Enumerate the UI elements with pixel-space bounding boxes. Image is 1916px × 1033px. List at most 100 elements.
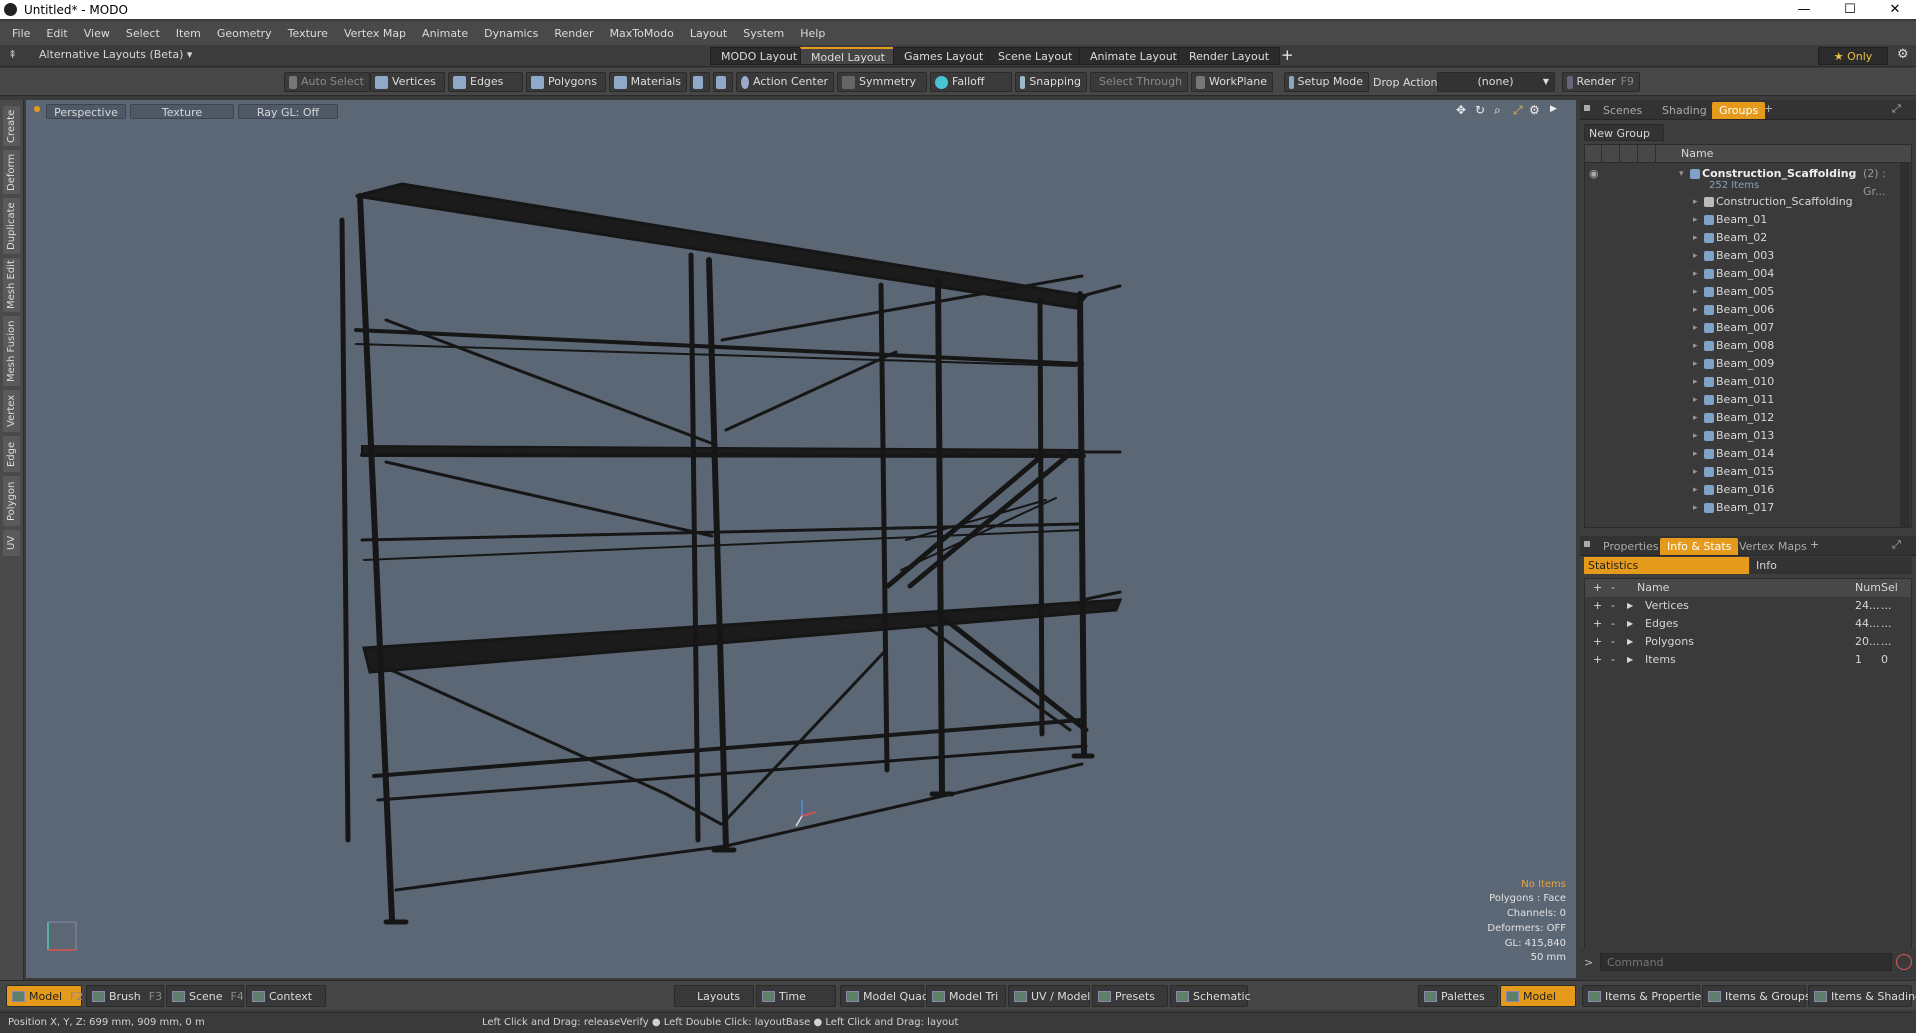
add-tab-icon[interactable]: + [1810, 538, 1819, 551]
minus-icon[interactable]: - [1611, 651, 1615, 669]
add-tab-icon[interactable]: + [1764, 102, 1773, 115]
list-item[interactable]: ▸ Beam_004 [1585, 265, 1911, 283]
expand-arrow-icon[interactable]: ▶ [1627, 651, 1633, 669]
expand-all-icon[interactable]: + [1593, 579, 1602, 597]
minus-icon[interactable]: - [1611, 633, 1615, 651]
subtab-statistics[interactable]: Statistics [1584, 557, 1749, 574]
plus-icon[interactable]: + [1593, 651, 1602, 669]
items-shading-button[interactable]: Items & Shading [1808, 985, 1916, 1007]
menu-texture[interactable]: Texture [288, 27, 328, 40]
edges-button[interactable]: Edges [448, 72, 523, 92]
list-item[interactable]: ▸ Beam_015 [1585, 463, 1911, 481]
select-through-button[interactable]: Select Through [1090, 72, 1188, 92]
layouts-button[interactable]: Layouts [674, 985, 754, 1007]
materials-button[interactable]: Materials [609, 72, 687, 92]
element-mode-button[interactable] [690, 72, 710, 92]
menu-file[interactable]: File [12, 27, 30, 40]
list-item[interactable]: ▸ Construction_Scaffolding [1585, 193, 1911, 211]
plus-icon[interactable]: + [1593, 597, 1602, 615]
list-item[interactable]: ▸ Beam_013 [1585, 427, 1911, 445]
list-item[interactable]: ▸ Beam_011 [1585, 391, 1911, 409]
expand-arrow-icon[interactable]: ▶ [1627, 597, 1633, 615]
list-item[interactable]: ▸ Beam_02 [1585, 229, 1911, 247]
minus-icon[interactable]: - [1611, 615, 1615, 633]
panel-expand-icon[interactable]: ⤢ [1892, 102, 1901, 116]
table-row[interactable]: + - ▶ Items 1 0 [1585, 651, 1911, 669]
list-item[interactable]: ▸ Beam_012 [1585, 409, 1911, 427]
time-button[interactable]: Time [756, 985, 836, 1007]
symmetry-button[interactable]: Symmetry [837, 72, 927, 92]
falloff-button[interactable]: Falloff [930, 72, 1012, 92]
model-layout-button[interactable]: Model [1500, 985, 1576, 1007]
tab-create[interactable]: Create [3, 106, 20, 146]
menu-layout[interactable]: Layout [690, 27, 727, 40]
expand-arrow-icon[interactable]: ▶ [1627, 633, 1633, 651]
add-layout-button[interactable]: + [1281, 46, 1294, 64]
tab-properties[interactable]: Properties [1596, 538, 1666, 555]
panel-expand-icon[interactable]: ⤢ [1892, 538, 1901, 552]
tab-render-layout[interactable]: Render Layout [1178, 47, 1281, 65]
plus-icon[interactable]: + [1593, 633, 1602, 651]
tab-edge[interactable]: Edge [3, 436, 20, 472]
menu-view[interactable]: View [84, 27, 110, 40]
list-item[interactable]: ▸ Beam_005 [1585, 283, 1911, 301]
menu-animate[interactable]: Animate [422, 27, 468, 40]
list-item[interactable]: ▸ Beam_014 [1585, 445, 1911, 463]
items-groups-button[interactable]: Items & Groups [1702, 985, 1811, 1007]
presets-button[interactable]: Presets [1092, 985, 1168, 1007]
model-quad-button[interactable]: Model Quad [840, 985, 929, 1007]
collapse-all-icon[interactable]: - [1611, 579, 1615, 597]
drop-action-select[interactable]: (none) ▼ [1437, 72, 1555, 92]
item-mode-button[interactable] [713, 72, 733, 92]
tab-scene-layout[interactable]: Scene Layout [987, 47, 1084, 65]
table-row[interactable]: + - ▶ Polygons 20... ... [1585, 633, 1911, 651]
vertices-button[interactable]: Vertices [370, 72, 445, 92]
auto-select-button[interactable]: Auto Select [284, 72, 370, 92]
model-tri-button[interactable]: Model Tri [926, 985, 1006, 1007]
tab-polygon[interactable]: Polygon [3, 476, 20, 526]
list-item[interactable]: ▸ Beam_01 [1585, 211, 1911, 229]
tab-deform[interactable]: Deform [3, 150, 20, 194]
panel-menu-icon[interactable] [1584, 541, 1590, 547]
list-item[interactable]: ▸ Beam_006 [1585, 301, 1911, 319]
menu-render[interactable]: Render [554, 27, 593, 40]
minimize-button[interactable]: — [1781, 0, 1827, 19]
menu-item[interactable]: Item [176, 27, 201, 40]
tab-animate-layout[interactable]: Animate Layout [1079, 47, 1188, 65]
tab-mesh-edit[interactable]: Mesh Edit [3, 258, 20, 312]
menu-vertex-map[interactable]: Vertex Map [344, 27, 406, 40]
render-column-icon[interactable] [1603, 145, 1620, 163]
render-button[interactable]: Render F9 [1562, 72, 1640, 92]
only-toggle[interactable]: ★ Only [1818, 47, 1888, 65]
menu-select[interactable]: Select [126, 27, 160, 40]
context-button[interactable]: Context [246, 985, 326, 1007]
list-item[interactable]: ▸ Beam_003 [1585, 247, 1911, 265]
tab-vertex-maps[interactable]: Vertex Maps [1732, 538, 1814, 555]
menu-geometry[interactable]: Geometry [217, 27, 272, 40]
tab-vertex[interactable]: Vertex [3, 390, 20, 432]
table-row[interactable]: + - ▶ Vertices 24... ... [1585, 597, 1911, 615]
record-icon[interactable] [1896, 954, 1912, 970]
list-item[interactable]: ▸ Beam_017 [1585, 499, 1911, 517]
visibility-column-icon[interactable] [1585, 145, 1602, 163]
model-mode-button[interactable]: Model F2 [6, 985, 83, 1007]
items-properties-button[interactable]: Items & Properties [1582, 985, 1707, 1007]
list-item[interactable]: ▸ Beam_010 [1585, 373, 1911, 391]
alternative-layouts-dropdown[interactable]: Alternative Layouts (Beta) ▾ [39, 48, 192, 61]
expand-arrow-icon[interactable]: ▶ [1627, 615, 1633, 633]
table-row[interactable]: + - ▶ Edges 44... ... [1585, 615, 1911, 633]
polygons-button[interactable]: Polygons [526, 72, 606, 92]
menu-dynamics[interactable]: Dynamics [484, 27, 538, 40]
gear-icon[interactable]: ⚙ [1897, 47, 1909, 62]
select-column-icon[interactable] [1639, 145, 1656, 163]
tab-info-stats[interactable]: Info & Stats [1660, 538, 1739, 555]
command-input[interactable] [1600, 953, 1892, 971]
menu-maxtomodo[interactable]: MaxToModo [610, 27, 674, 40]
minus-icon[interactable]: - [1611, 597, 1615, 615]
new-group-button[interactable]: New Group [1584, 124, 1664, 141]
menu-help[interactable]: Help [800, 27, 825, 40]
action-center-button[interactable]: Action Center [736, 72, 834, 92]
tab-modo-layout[interactable]: MODO Layout [710, 47, 809, 65]
uv-model-button[interactable]: UV / Model [1008, 985, 1090, 1007]
scene-mode-button[interactable]: Scene F4 [166, 985, 244, 1007]
